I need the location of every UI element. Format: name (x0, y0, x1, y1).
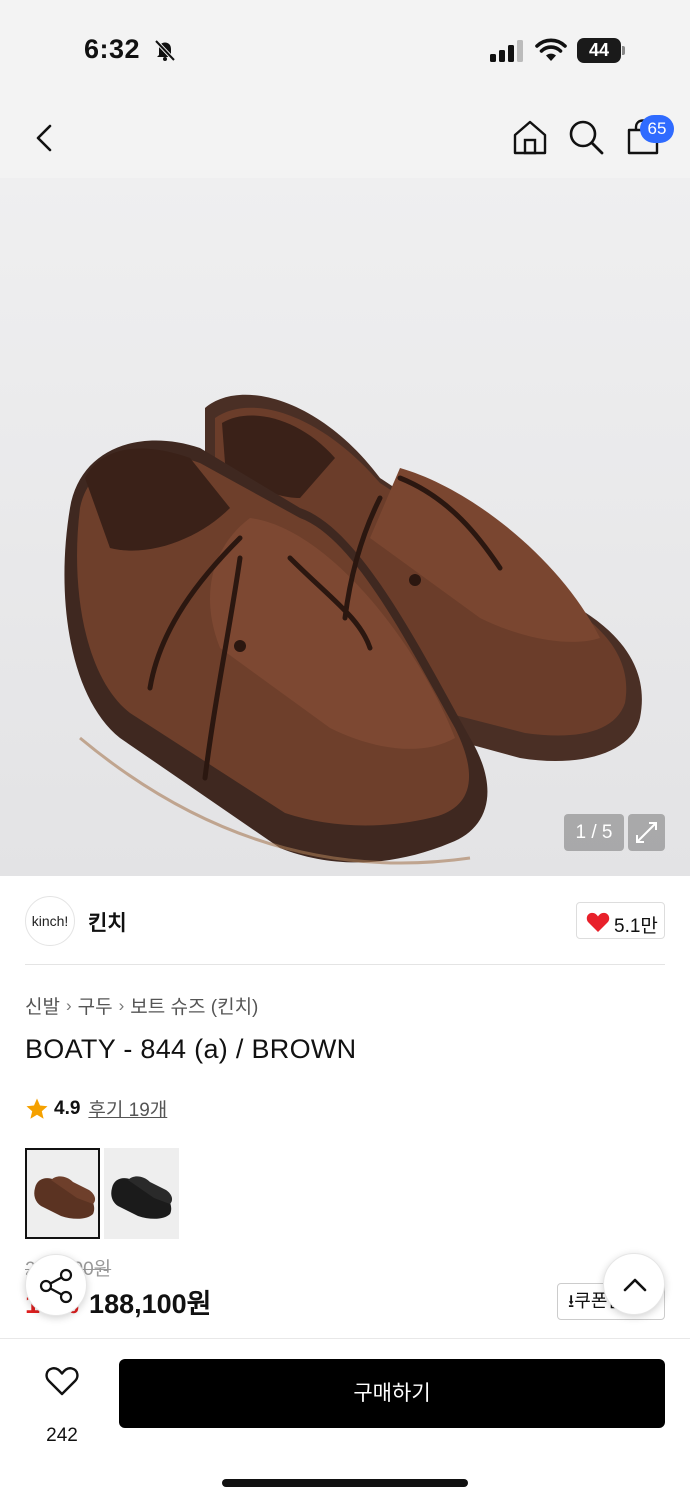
brand-like-button[interactable]: 5.1만 (576, 902, 665, 939)
product-rating[interactable]: 4.9 후기 19개 (25, 1095, 167, 1122)
chevron-right-icon: › (118, 995, 125, 1015)
brand-name[interactable]: 킨치 (88, 907, 127, 937)
wifi-icon (535, 38, 567, 61)
rating-score: 4.9 (54, 1097, 81, 1119)
bottom-purchase-bar: 242 구매하기 (0, 1338, 690, 1500)
color-option-brown[interactable] (25, 1148, 100, 1239)
review-count-link[interactable]: 후기 19개 (88, 1095, 167, 1122)
expand-image-button[interactable] (628, 814, 665, 851)
status-bar: 6:32 44 (0, 0, 690, 100)
brand-logo[interactable]: kinch! (25, 896, 75, 946)
scroll-to-top-button[interactable] (603, 1253, 665, 1315)
back-arrow-icon[interactable] (28, 120, 64, 156)
chevron-right-icon: › (65, 995, 72, 1015)
product-image-gallery[interactable] (0, 178, 690, 876)
buy-button[interactable]: 구매하기 (119, 1359, 665, 1428)
heart-outline-icon (45, 1367, 79, 1396)
brown-shoe-thumbnail (34, 1176, 96, 1219)
home-icon[interactable] (511, 118, 549, 156)
sale-price: 188,100원 (89, 1289, 212, 1319)
cellular-signal-icon (490, 40, 523, 62)
heart-filled-icon (586, 912, 610, 932)
expand-icon (636, 822, 657, 843)
status-time: 6:32 (84, 34, 141, 64)
chevron-up-icon (623, 1278, 647, 1292)
product-title: BOATY - 844 (a) / BROWN (25, 1034, 357, 1064)
share-icon (39, 1268, 73, 1304)
star-icon (26, 1098, 48, 1119)
wishlist-count: 242 (46, 1425, 78, 1446)
breadcrumb-item[interactable]: 보트 슈즈 (킨치) (130, 992, 258, 1019)
brand-row[interactable]: kinch! 킨치 5.1만 (0, 877, 690, 965)
share-button[interactable] (25, 1254, 87, 1316)
battery-icon: 44 (577, 38, 625, 63)
cart-count-badge: 65 (640, 115, 674, 143)
breadcrumb-item[interactable]: 구두 (78, 992, 113, 1019)
breadcrumb: 신발 › 구두 › 보트 슈즈 (킨치) (25, 992, 258, 1019)
image-counter: 1 / 5 (564, 814, 624, 851)
divider (25, 964, 665, 965)
silent-bell-icon (154, 39, 176, 62)
breadcrumb-item[interactable]: 신발 (25, 992, 60, 1019)
battery-level: 44 (577, 38, 621, 63)
product-photo-shoes (64, 394, 642, 865)
search-icon[interactable] (567, 118, 605, 156)
brand-like-count: 5.1만 (614, 916, 658, 937)
color-option-black[interactable] (104, 1148, 179, 1239)
black-shoe-thumbnail (111, 1176, 173, 1219)
home-indicator (222, 1479, 468, 1487)
wishlist-button[interactable]: 242 (30, 1363, 94, 1446)
